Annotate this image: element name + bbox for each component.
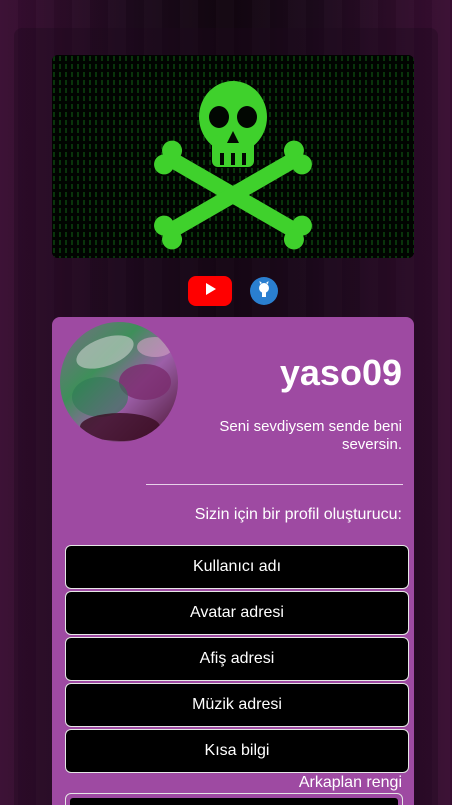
banner-url-field-button[interactable]: Afiş adresi [65,637,409,681]
background-color-picker[interactable] [65,793,403,805]
profile-card: yaso09 Seni sevdiysem sende beni seversi… [52,317,414,805]
background-color-label: Arkaplan rengi [298,774,402,791]
short-info-field-button[interactable]: Kısa bilgi [65,729,409,773]
skull-banner-graphic [52,55,414,258]
username: yaso09 [279,352,402,393]
color-swatch [70,798,398,805]
banner-image [52,55,414,258]
github-icon [255,280,273,303]
social-links [188,275,278,307]
avatar [60,322,178,442]
tagline: Sizin için bir profil oluşturucu: [194,506,402,523]
youtube-link[interactable] [188,276,232,306]
github-link[interactable] [250,277,278,305]
youtube-icon [202,281,218,302]
music-url-field-button[interactable]: Müzik adresi [65,683,409,727]
divider [146,484,403,485]
username-field-button[interactable]: Kullanıcı adı [65,545,409,589]
avatar-url-field-button[interactable]: Avatar adresi [65,591,409,635]
bio-text: Seni sevdiysem sende beni seversin. [219,418,402,453]
